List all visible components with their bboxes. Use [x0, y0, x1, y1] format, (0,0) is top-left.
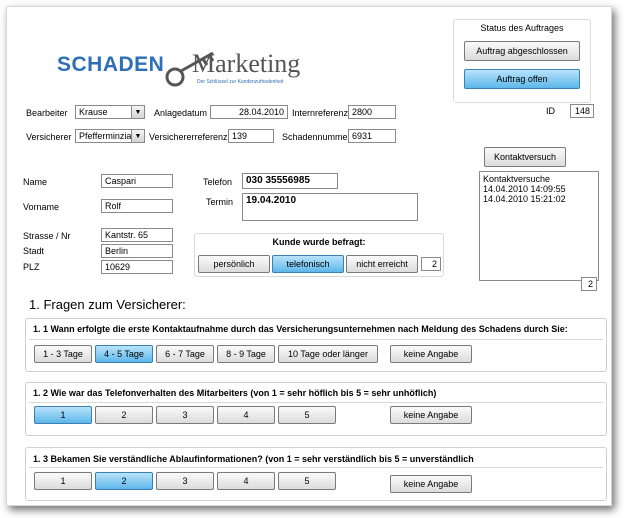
befragt-not-reached-button[interactable]: nicht erreicht — [346, 255, 418, 273]
q1-option-button[interactable]: 4 - 5 Tage — [95, 345, 153, 363]
q2-no-answer-button[interactable]: keine Angabe — [390, 406, 472, 424]
question-2-title: 1. 2 Wie war das Telefonverhalten des Mi… — [33, 388, 437, 398]
order-open-button[interactable]: Auftrag offen — [464, 69, 580, 89]
q3-no-answer-button[interactable]: keine Angabe — [390, 475, 472, 493]
versicherer-value: Pfefferminzia — [79, 131, 132, 141]
telefon-label: Telefon — [203, 177, 233, 187]
contact-log-line: 14.04.2010 15:21:02 — [483, 194, 566, 204]
plz-label: PLZ — [23, 262, 40, 272]
logo: SCHADEN Marketing Der Schlüssel zur Kund… — [57, 45, 301, 93]
q1-option-button[interactable]: 1 - 3 Tage — [34, 345, 92, 363]
name-field[interactable]: Caspari — [101, 174, 173, 188]
stadt-field[interactable]: Berlin — [101, 244, 173, 258]
vorname-label: Vorname — [23, 202, 60, 212]
divider — [29, 402, 603, 403]
telefon-field[interactable]: 030 35556985 — [242, 173, 338, 189]
schadennummer-label: Schadennummer — [282, 132, 351, 142]
order-completed-button[interactable]: Auftrag abgeschlossen — [464, 41, 580, 61]
termin-label: Termin — [206, 197, 234, 207]
status-group: Status des Auftrages — [453, 19, 591, 103]
q2-option-button[interactable]: 4 — [217, 406, 275, 424]
q2-option-button[interactable]: 3 — [156, 406, 214, 424]
befragt-count-field: 2 — [421, 257, 441, 271]
divider — [29, 467, 603, 468]
question-1-title: 1. 1 Wann erfolgte die erste Kontaktaufn… — [33, 324, 568, 334]
bearbeiter-value: Krause — [79, 107, 108, 117]
contact-log-line: Kontaktversuche — [483, 174, 551, 184]
question-3-title: 1. 3 Bekamen Sie verständliche Ablaufinf… — [33, 454, 474, 464]
q1-option-button[interactable]: 6 - 7 Tage — [156, 345, 214, 363]
chevron-down-icon[interactable]: ▼ — [131, 106, 144, 118]
bearbeiter-dropdown[interactable]: Krause ▼ — [75, 105, 145, 119]
chevron-down-icon[interactable]: ▼ — [131, 130, 144, 142]
q1-option-button[interactable]: 8 - 9 Tage — [217, 345, 275, 363]
befragt-title: Kunde wurde befragt: — [272, 237, 366, 247]
strasse-field[interactable]: Kantstr. 65 — [101, 228, 173, 242]
versichererreferenz-label: Versichererreferenz — [149, 132, 228, 142]
q3-option-button[interactable]: 2 — [95, 472, 153, 490]
bearbeiter-label: Bearbeiter — [26, 108, 68, 118]
q2-option-button[interactable]: 2 — [95, 406, 153, 424]
q2-option-button[interactable]: 1 — [34, 406, 92, 424]
id-field: 148 — [570, 104, 594, 118]
termin-field[interactable]: 19.04.2010 — [242, 193, 418, 221]
q1-option-button[interactable]: 10 Tage oder länger — [278, 345, 378, 363]
strasse-label: Strasse / Nr — [23, 231, 71, 241]
plz-field[interactable]: 10629 — [101, 260, 173, 274]
vorname-field[interactable]: Rolf — [101, 199, 173, 213]
q3-option-button[interactable]: 4 — [217, 472, 275, 490]
versicherer-label: Versicherer — [26, 132, 72, 142]
q3-option-button[interactable]: 3 — [156, 472, 214, 490]
q3-option-button[interactable]: 1 — [34, 472, 92, 490]
versichererreferenz-field[interactable]: 139 — [228, 129, 274, 143]
befragt-personally-button[interactable]: persönlich — [198, 255, 270, 273]
logo-schaden-text: SCHADEN — [57, 53, 165, 76]
contact-log-line: 14.04.2010 14:09:55 — [483, 184, 566, 194]
internreferenz-field[interactable]: 2800 — [348, 105, 396, 119]
name-label: Name — [23, 177, 48, 187]
section-title: 1. Fragen zum Versicherer: — [29, 297, 186, 312]
status-title: Status des Auftrages — [480, 23, 564, 33]
divider — [29, 339, 603, 340]
application-window: SCHADEN Marketing Der Schlüssel zur Kund… — [6, 6, 612, 506]
logo-marketing-text: Marketing — [192, 49, 301, 78]
q1-no-answer-button[interactable]: keine Angabe — [390, 345, 472, 363]
id-label: ID — [546, 106, 555, 116]
internreferenz-label: Internreferenz — [292, 108, 349, 118]
logo-tagline: Der Schlüssel zur Kundenzufriedenheit — [197, 79, 284, 85]
q2-option-button[interactable]: 5 — [278, 406, 336, 424]
befragt-phone-button[interactable]: telefonisch — [272, 255, 344, 273]
stadt-label: Stadt — [23, 246, 45, 256]
schadennummer-field[interactable]: 6931 — [348, 129, 396, 143]
versicherer-dropdown[interactable]: Pfefferminzia ▼ — [75, 129, 145, 143]
anlagedatum-field[interactable]: 28.04.2010 — [210, 105, 288, 119]
contact-log[interactable]: Kontaktversuche 14.04.2010 14:09:55 14.0… — [479, 171, 599, 281]
anlagedatum-label: Anlagedatum — [154, 108, 208, 118]
contact-attempt-button[interactable]: Kontaktversuch — [484, 147, 566, 167]
q3-option-button[interactable]: 5 — [278, 472, 336, 490]
contact-count-field: 2 — [581, 277, 597, 291]
